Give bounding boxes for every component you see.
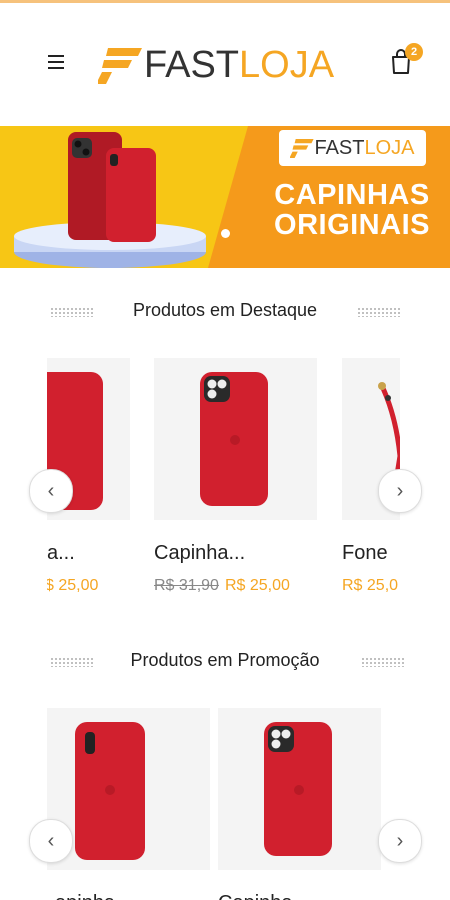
product-name[interactable]: a... bbox=[47, 542, 130, 565]
product-card[interactable]: apinha bbox=[47, 708, 210, 900]
product-name[interactable]: apinha bbox=[47, 892, 210, 900]
product-card[interactable]: Capinha bbox=[218, 708, 381, 900]
hamburger-icon[interactable] bbox=[48, 55, 64, 69]
product-prices: R$ 31,90 R$ 25,00 bbox=[154, 577, 317, 595]
banner-logo-loja: LOJA bbox=[364, 136, 415, 159]
chevron-left-icon[interactable]: ‹ bbox=[29, 469, 73, 513]
product-prices: R$ 25,0 bbox=[342, 577, 400, 595]
banner-f-mark-icon bbox=[290, 139, 315, 158]
phone-case-image bbox=[264, 722, 332, 856]
title-decoration-right bbox=[357, 307, 401, 317]
product-price: $ 25,00 bbox=[47, 577, 99, 594]
chevron-left-icon[interactable]: ‹ bbox=[29, 819, 73, 863]
product-name[interactable]: Capinha... bbox=[154, 542, 317, 565]
product-prices: $ 25,00 bbox=[47, 577, 130, 595]
chevron-right-icon[interactable]: › bbox=[378, 819, 422, 863]
logo-text-loja: LOJA bbox=[239, 43, 335, 86]
phone-case-image bbox=[200, 372, 268, 506]
banner-title-line2: ORIGINAIS bbox=[274, 209, 430, 241]
featured-carousel: a... $ 25,00 Capinha... R$ 31,90 R$ 25,00 bbox=[47, 358, 400, 608]
title-decoration-left bbox=[50, 307, 94, 317]
product-name[interactable]: Capinha bbox=[218, 892, 381, 900]
product-card[interactable]: Capinha... R$ 31,90 R$ 25,00 bbox=[154, 358, 317, 595]
title-decoration-left bbox=[50, 657, 94, 667]
product-image[interactable] bbox=[154, 358, 317, 520]
product-price: R$ 25,0 bbox=[342, 577, 399, 594]
featured-section-header: Produtos em Destaque bbox=[0, 300, 450, 324]
banner-title-line1: CAPINHAS bbox=[274, 179, 430, 211]
title-decoration-right bbox=[361, 657, 405, 667]
header: FAST LOJA 2 bbox=[0, 3, 450, 123]
promo-section-header: Produtos em Promoção bbox=[0, 650, 450, 674]
promo-carousel: apinha Capinha bbox=[47, 708, 400, 900]
banner-logo-fast: FAST bbox=[314, 136, 365, 159]
banner-logo: FAST LOJA bbox=[279, 130, 426, 166]
chevron-right-icon[interactable]: › bbox=[378, 469, 422, 513]
product-name[interactable]: Fone bbox=[342, 542, 400, 565]
featured-section-title: Produtos em Destaque bbox=[132, 300, 318, 320]
banner-slider-dot[interactable] bbox=[221, 229, 230, 238]
product-price: R$ 25,00 bbox=[224, 577, 290, 594]
product-old-price: R$ 31,90 bbox=[154, 577, 219, 594]
logo-f-mark-icon bbox=[98, 48, 142, 84]
product-image[interactable] bbox=[218, 708, 381, 870]
promo-section-title: Produtos em Promoção bbox=[130, 650, 320, 670]
logo[interactable]: FAST LOJA bbox=[98, 43, 334, 87]
cart-count-badge: 2 bbox=[405, 43, 423, 61]
logo-text-fast: FAST bbox=[144, 43, 240, 86]
promo-banner[interactable]: FAST LOJA CAPINHAS ORIGINAIS bbox=[0, 126, 450, 268]
banner-title: CAPINHAS ORIGINAIS bbox=[262, 180, 442, 240]
